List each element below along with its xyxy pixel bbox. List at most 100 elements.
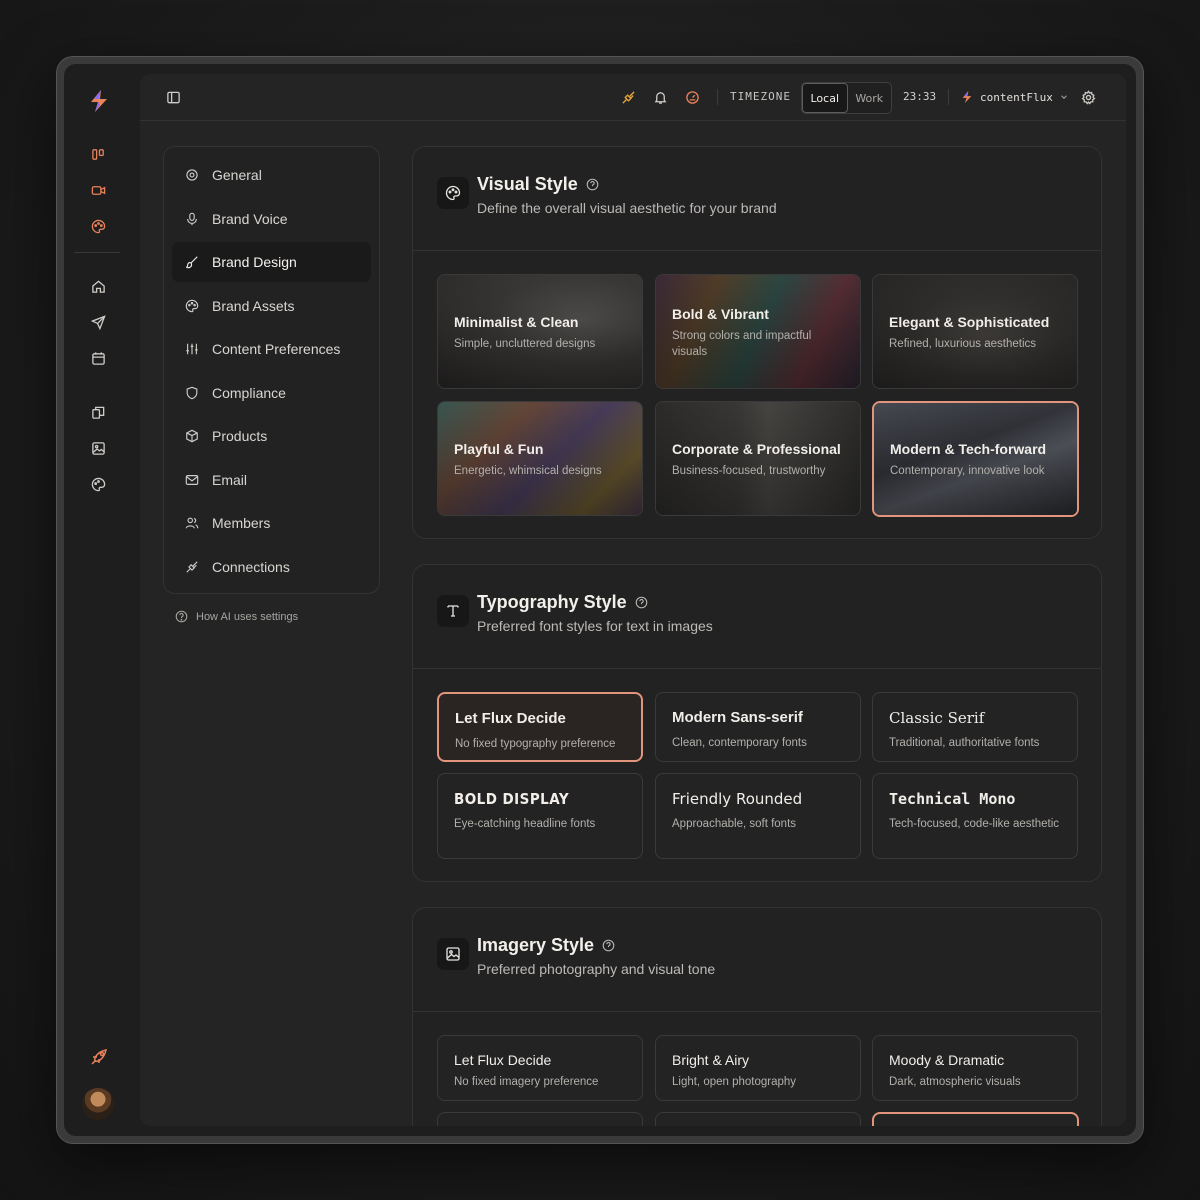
video-icon[interactable] [86, 178, 110, 202]
thumbnail-overlay [656, 402, 860, 515]
thumbnail-overlay [438, 275, 642, 388]
option-title: Minimalist & Clean [454, 314, 579, 330]
section-title: Visual Style [477, 174, 599, 195]
timezone-toggle[interactable]: Local Work [801, 82, 892, 114]
rail-divider [74, 252, 120, 253]
visual-style-option-corporate[interactable]: Corporate & Professional Business-focuse… [655, 401, 861, 516]
imagery-option-moody-dramatic[interactable]: Moody & Dramatic Dark, atmospheric visua… [872, 1035, 1078, 1101]
typography-option-let-flux-decide[interactable]: Let Flux Decide No fixed typography pref… [437, 692, 643, 762]
workspace-name: contentFlux [980, 90, 1053, 104]
brand-palette-icon[interactable] [86, 472, 110, 496]
option-title: Corporate & Professional [672, 441, 841, 457]
imagery-option-partial[interactable] [655, 1112, 861, 1126]
left-rail [64, 64, 140, 1136]
section-subtitle: Preferred photography and visual tone [477, 961, 716, 977]
option-description: Approachable, soft fonts [672, 818, 797, 830]
visual-style-option-playful[interactable]: Playful & Fun Energetic, whimsical desig… [437, 401, 643, 516]
bell-icon[interactable] [651, 88, 669, 106]
boards-icon[interactable] [86, 142, 110, 166]
nav-item-label: Compliance [212, 385, 286, 401]
typography-style-section: Typography Style Preferred font styles f… [412, 564, 1102, 882]
sidebar-toggle-icon[interactable] [164, 88, 182, 106]
nav-item-general[interactable]: General [172, 155, 371, 195]
typography-option-classic-serif[interactable]: Classic Serif Traditional, authoritative… [872, 692, 1078, 762]
option-description: Simple, uncluttered designs [454, 338, 596, 350]
timezone-work-option[interactable]: Work [848, 83, 892, 113]
app-logo-icon[interactable] [86, 88, 112, 114]
option-description: Tech-focused, code-like aesthetic [889, 818, 1060, 830]
nav-item-label: Brand Design [212, 254, 297, 270]
calendar-icon[interactable] [86, 346, 110, 370]
nav-item-label: General [212, 167, 262, 183]
nav-item-products[interactable]: Products [172, 416, 371, 456]
visual-style-option-modern-tech[interactable]: Modern & Tech-forward Contemporary, inno… [872, 401, 1079, 517]
option-title: BOLD DISPLAY [454, 790, 570, 808]
option-description: Light, open photography [672, 1076, 797, 1088]
option-description: Traditional, authoritative fonts [889, 737, 1040, 749]
section-title: Typography Style [477, 592, 648, 613]
option-description: Eye-catching headline fonts [454, 818, 596, 830]
imagery-option-partial-selected[interactable] [872, 1112, 1079, 1126]
help-circle-icon[interactable] [602, 939, 615, 952]
thumbnail-overlay [438, 402, 642, 515]
typography-option-friendly-rounded[interactable]: Friendly Rounded Approachable, soft font… [655, 773, 861, 859]
nav-item-brand-design[interactable]: Brand Design [172, 242, 371, 282]
timezone-label: TIMEZONE [730, 90, 791, 103]
help-circle-icon[interactable] [586, 178, 599, 191]
nav-item-compliance[interactable]: Compliance [172, 373, 371, 413]
nav-item-members[interactable]: Members [172, 503, 371, 543]
settings-content: Visual Style Define the overall visual a… [412, 146, 1102, 1126]
section-header: Visual Style Define the overall visual a… [413, 147, 1101, 251]
visual-style-option-elegant[interactable]: Elegant & Sophisticated Refined, luxurio… [872, 274, 1078, 389]
app-window: TIMEZONE Local Work 23:33 contentFlux Ge… [64, 64, 1136, 1136]
option-title: Bold & Vibrant [672, 306, 769, 322]
imagery-option-partial[interactable] [437, 1112, 643, 1126]
image-icon[interactable] [86, 436, 110, 460]
section-header: Imagery Style Preferred photography and … [413, 908, 1101, 1012]
library-icon[interactable] [86, 400, 110, 424]
palette-icon[interactable] [86, 214, 110, 238]
nav-item-brand-voice[interactable]: Brand Voice [172, 199, 371, 239]
main-surface: TIMEZONE Local Work 23:33 contentFlux Ge… [140, 74, 1126, 1126]
option-description: Energetic, whimsical designs [454, 465, 602, 477]
user-avatar[interactable] [82, 1088, 114, 1120]
option-description: Clean, contemporary fonts [672, 737, 807, 749]
section-subtitle: Define the overall visual aesthetic for … [477, 200, 777, 216]
help-circle-icon[interactable] [635, 596, 648, 609]
imagery-option-bright-airy[interactable]: Bright & Airy Light, open photography [655, 1035, 861, 1101]
section-title-text: Imagery Style [477, 935, 595, 955]
option-description: No fixed typography preference [455, 738, 616, 750]
clock-readout: 23:33 [903, 90, 937, 103]
imagery-option-let-flux-decide[interactable]: Let Flux Decide No fixed imagery prefere… [437, 1035, 643, 1101]
plug-icon[interactable] [619, 88, 637, 106]
how-ai-uses-settings-link[interactable]: How AI uses settings [175, 610, 298, 623]
visual-style-option-bold-vibrant[interactable]: Bold & Vibrant Strong colors and impactf… [655, 274, 861, 389]
nav-item-email[interactable]: Email [172, 460, 371, 500]
home-icon[interactable] [86, 274, 110, 298]
timezone-local-option[interactable]: Local [802, 83, 848, 113]
thumbnail-overlay [874, 403, 1077, 515]
rocket-icon[interactable] [90, 1046, 110, 1066]
send-icon[interactable] [86, 310, 110, 334]
option-description: Dark, atmospheric visuals [889, 1076, 1021, 1088]
typography-option-bold-display[interactable]: BOLD DISPLAY Eye-catching headline fonts [437, 773, 643, 859]
settings-gear-icon[interactable] [1079, 88, 1097, 106]
nav-item-brand-assets[interactable]: Brand Assets [172, 286, 371, 326]
workspace-switcher[interactable]: contentFlux [960, 87, 1069, 107]
option-title: Bright & Airy [672, 1052, 750, 1068]
nav-item-content-preferences[interactable]: Content Preferences [172, 329, 371, 369]
typography-option-technical-mono[interactable]: Technical Mono Tech-focused, code-like a… [872, 773, 1078, 859]
nav-item-connections[interactable]: Connections [172, 547, 371, 587]
option-title: Let Flux Decide [454, 1052, 552, 1068]
topbar-divider [948, 89, 949, 105]
typography-option-modern-sans[interactable]: Modern Sans-serif Clean, contemporary fo… [655, 692, 861, 762]
thumbnail-overlay [873, 275, 1077, 388]
sliders-icon [186, 343, 198, 355]
chevron-down-icon [1060, 95, 1067, 100]
visual-style-section: Visual Style Define the overall visual a… [412, 146, 1102, 539]
section-title-text: Visual Style [477, 174, 578, 194]
nav-item-label: Brand Voice [212, 211, 288, 227]
gauge-icon[interactable] [683, 88, 701, 106]
visual-style-option-minimalist[interactable]: Minimalist & Clean Simple, uncluttered d… [437, 274, 643, 389]
brush-icon [186, 256, 198, 269]
